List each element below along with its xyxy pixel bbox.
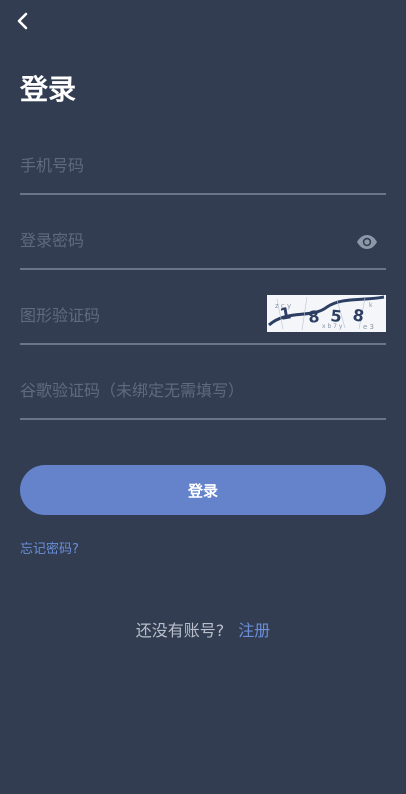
password-field (20, 218, 386, 270)
phone-input[interactable] (20, 153, 320, 177)
register-link[interactable]: 注册 (238, 621, 270, 640)
password-input[interactable] (20, 228, 320, 252)
phone-field (20, 143, 386, 195)
google-code-field (20, 368, 386, 420)
captcha-field: z c y x b 7 y e 3 k 1 8 5 8 (20, 293, 386, 345)
forgot-password-link[interactable]: 忘记密码? (20, 541, 79, 559)
captcha-picture: z c y x b 7 y e 3 k 1 8 5 8 (267, 295, 386, 332)
svg-text:5: 5 (330, 306, 343, 326)
register-row: 还没有账号? 注册 (0, 620, 406, 642)
captcha-image[interactable]: z c y x b 7 y e 3 k 1 8 5 8 (267, 295, 386, 332)
svg-text:e 3: e 3 (363, 323, 374, 331)
google-code-input[interactable] (20, 378, 380, 402)
password-visibility-toggle[interactable] (356, 234, 378, 250)
captcha-input[interactable] (20, 303, 250, 327)
register-prompt: 还没有账号? (135, 621, 225, 640)
back-button[interactable] (12, 10, 34, 32)
eye-icon (357, 235, 377, 249)
login-button[interactable]: 登录 (20, 465, 386, 515)
chevron-left-icon (17, 12, 28, 30)
svg-text:k: k (369, 302, 373, 309)
page-title: 登录 (20, 73, 77, 106)
